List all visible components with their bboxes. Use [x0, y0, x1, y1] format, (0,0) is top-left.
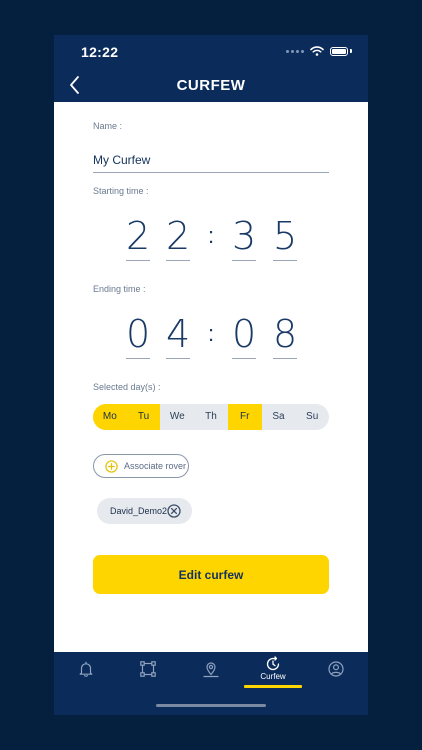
day-selector: Mo Tu We Th Fr Sa Su: [93, 404, 329, 430]
user-icon: [328, 661, 344, 677]
start-minute-ones[interactable]: 5: [273, 215, 297, 261]
start-hour-ones[interactable]: 2: [166, 215, 190, 261]
day-toggle-wednesday[interactable]: We: [160, 404, 194, 430]
ending-time-label: Ending time :: [93, 284, 146, 294]
time-separator: :: [207, 223, 215, 248]
page-title: CURFEW: [176, 77, 246, 94]
day-toggle-monday[interactable]: Mo: [93, 404, 127, 430]
geofence-icon: [140, 661, 156, 677]
status-time: 12:22: [81, 44, 119, 60]
remove-circle-icon[interactable]: [167, 504, 181, 518]
home-indicator: [156, 704, 266, 707]
tab-profile[interactable]: [305, 652, 367, 692]
associate-rover-button[interactable]: Associate rover: [93, 454, 189, 478]
tab-alerts[interactable]: [55, 652, 117, 692]
battery-cap: [350, 49, 352, 53]
bell-icon: [79, 661, 93, 677]
name-label: Name :: [93, 121, 123, 131]
digit-value: 0: [126, 312, 151, 356]
end-minute-ones[interactable]: 8: [273, 313, 297, 359]
day-toggle-saturday[interactable]: Sa: [262, 404, 296, 430]
digit-value: 2: [166, 214, 191, 258]
day-toggle-sunday[interactable]: Su: [295, 404, 329, 430]
tab-curfew-label: Curfew: [260, 672, 286, 681]
wifi-icon: [310, 46, 324, 56]
time-separator: :: [207, 321, 215, 346]
curfew-form: Name : Starting time : 2 2 : 3 5 Ending …: [54, 102, 368, 652]
day-toggle-tuesday[interactable]: Tu: [126, 404, 161, 430]
digit-value: 8: [273, 312, 298, 356]
digit-value: 5: [273, 214, 298, 258]
name-input[interactable]: [93, 148, 329, 173]
digit-value: 2: [126, 214, 151, 258]
end-minute-tens[interactable]: 0: [232, 313, 256, 359]
end-hour-ones[interactable]: 4: [166, 313, 190, 359]
rover-chip-label: David_Demo2: [110, 506, 168, 516]
ending-time-picker: 0 4 : 0 8: [54, 313, 368, 365]
day-toggle-friday[interactable]: Fr: [227, 404, 262, 430]
phone-screen: 12:22 CURFEW Name : Starting time : 2 2: [54, 35, 368, 715]
associate-rover-label: Associate rover: [124, 461, 187, 471]
battery-icon: [330, 46, 348, 56]
map-pin-icon: [203, 662, 219, 678]
curfew-clock-icon: [266, 656, 280, 671]
day-toggle-thursday[interactable]: Th: [194, 404, 228, 430]
rover-chip: David_Demo2: [97, 498, 192, 524]
active-tab-indicator: [244, 685, 302, 688]
digit-value: 3: [232, 214, 257, 258]
digit-value: 4: [166, 312, 191, 356]
end-hour-tens[interactable]: 0: [126, 313, 150, 359]
starting-time-picker: 2 2 : 3 5: [54, 215, 368, 267]
tab-geofence[interactable]: [117, 652, 179, 692]
tab-curfew[interactable]: Curfew: [242, 652, 304, 692]
tab-map[interactable]: [180, 652, 242, 692]
signal-icon: [286, 49, 304, 53]
starting-time-label: Starting time :: [93, 186, 149, 196]
start-minute-tens[interactable]: 3: [232, 215, 256, 261]
nav-bar: CURFEW: [54, 67, 368, 103]
digit-value: 0: [232, 312, 257, 356]
selected-days-label: Selected day(s) :: [93, 382, 161, 392]
plus-circle-icon: [105, 459, 118, 473]
status-bar: 12:22: [54, 35, 368, 67]
status-icons: [286, 46, 352, 56]
edit-curfew-button[interactable]: Edit curfew: [93, 555, 329, 594]
start-hour-tens[interactable]: 2: [126, 215, 150, 261]
